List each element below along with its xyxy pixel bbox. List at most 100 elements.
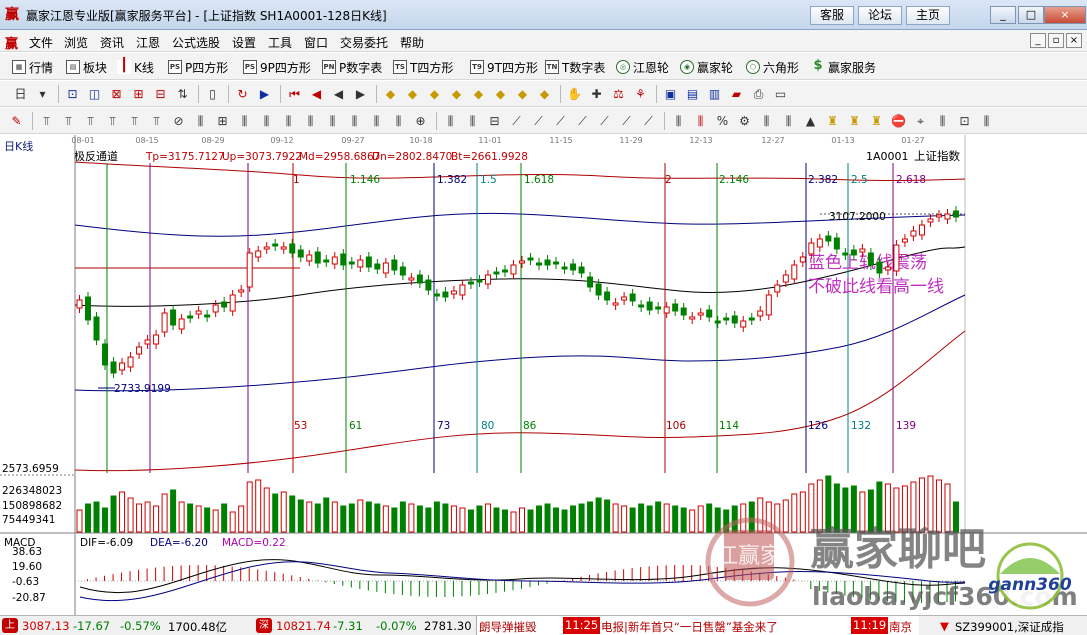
gann-tool-8-icon[interactable]: ◆ [536,86,553,102]
mdi-close-button[interactable]: × [1066,33,1082,48]
trend-line-2-icon[interactable]: ⟋ [530,113,547,129]
box-select-icon[interactable]: ⊡ [956,113,973,129]
bars-8-icon[interactable]: ⫼ [390,113,407,129]
grid-toggle-icon[interactable]: ⊞ [130,86,147,102]
trend-line-1-icon[interactable]: ⟋ [508,113,525,129]
gann-tool-5-icon[interactable]: ◆ [470,86,487,102]
gann-tool-1-icon[interactable]: ◆ [382,86,399,102]
toolbar-button-grid[interactable]: ▦ 行情 [12,58,53,76]
toolbar-button-sector[interactable]: ▤ 板块 [66,58,107,76]
more-icon[interactable]: ⫼ [978,113,995,129]
menu-window[interactable]: 窗口 [304,34,328,51]
period-select-icon[interactable]: 日 [12,86,29,102]
close-button[interactable]: × [1044,6,1086,24]
toolbar-button-pn[interactable]: PN P数字表 [322,58,382,76]
pan-icon[interactable]: ✋ [566,86,583,102]
toolbar-button-winner-wheel[interactable]: ◉ 赢家轮 [680,58,733,76]
fib-2-icon[interactable]: ⫼ [692,113,709,129]
print-icon[interactable]: ⎙ [750,86,767,102]
menu-help[interactable]: 帮助 [400,34,424,51]
crosshair-icon[interactable]: ✚ [588,86,605,102]
time-lines-icon[interactable]: ⫼ [192,113,209,129]
v-lines-1-icon[interactable]: ⫼ [442,113,459,129]
refresh-icon[interactable]: ↻ [234,86,251,102]
gann-fan-5-icon[interactable]: ⫪ [126,113,143,129]
no-entry-icon[interactable]: ⛔ [890,113,907,129]
v-lines-2-icon[interactable]: ⫼ [464,113,481,129]
gann-fan-4-icon[interactable]: ⫪ [104,113,121,129]
rights-icon[interactable]: ⇅ [174,86,191,102]
report-icon[interactable]: ▥ [706,86,723,102]
toolbar-button-ps[interactable]: PS 9P四方形 [243,58,311,76]
box-tool-icon[interactable]: ⊟ [486,113,503,129]
target-icon[interactable]: ⊕ [412,113,429,129]
gann-fan-1-icon[interactable]: ⫪ [38,113,55,129]
gann-tool-7-icon[interactable]: ◆ [514,86,531,102]
calculator-icon[interactable]: ▣ [662,86,679,102]
minimize-button[interactable]: _ [990,6,1016,24]
table-icon[interactable]: ▤ [684,86,701,102]
toolbar-button-ts[interactable]: TS T四方形 [393,58,453,76]
trend-line-4-icon[interactable]: ⟋ [574,113,591,129]
gann-fan-6-icon[interactable]: ⫪ [148,113,165,129]
mdi-restore-button[interactable]: ▫ [1048,33,1064,48]
menu-file[interactable]: 文件 [29,34,53,51]
maximize-button[interactable]: □ [1018,6,1044,24]
toolbar-button-t9[interactable]: T9 9T四方形 [470,58,538,76]
bars-6-icon[interactable]: ⫼ [346,113,363,129]
customer-service-link[interactable]: 客服 [810,6,854,25]
bars-1-icon[interactable]: ⫼ [236,113,253,129]
menu-news[interactable]: 资讯 [100,34,124,51]
fib-4-icon[interactable]: ⫼ [780,113,797,129]
rook-icon[interactable]: ♜ [824,113,841,129]
dash-lines-icon[interactable]: ⫼ [934,113,951,129]
toolbar-button-gann-wheel[interactable]: ◎ 江恩轮 [616,58,669,76]
fib-1-icon[interactable]: ⫼ [670,113,687,129]
percent-icon[interactable]: % [714,113,731,129]
gann-tool-6-icon[interactable]: ◆ [492,86,509,102]
menu-settings[interactable]: 设置 [232,34,256,51]
gear-icon[interactable]: ⚙ [736,113,753,129]
bars-5-icon[interactable]: ⫼ [324,113,341,129]
cycle-circle-icon[interactable]: ⊘ [170,113,187,129]
rook-3-icon[interactable]: ♜ [868,113,885,129]
screen-icon[interactable]: ▭ [772,86,789,102]
bars-7-icon[interactable]: ⫼ [368,113,385,129]
bars-4-icon[interactable]: ⫼ [302,113,319,129]
news-item[interactable]: 南京 [889,619,912,635]
news-item[interactable]: 电报|新年首只“一日售罄”基金来了 [601,619,778,635]
kline-style-icon[interactable]: ⊠ [108,86,125,102]
menu-trade[interactable]: 交易委托 [340,34,388,51]
kline-chart[interactable]: 08-01 08-15 08-29 09-12 09-27 10-18 11-01 11-15… [0,135,1087,615]
toolbar-button-candlestick[interactable]: ┃ K线 [117,58,154,76]
bar-style-icon[interactable]: ▯ [204,86,221,102]
menu-browse[interactable]: 浏览 [64,34,88,51]
scroll-right-icon[interactable]: ▶ [352,86,369,102]
bars-3-icon[interactable]: ⫼ [280,113,297,129]
dropdown-icon[interactable]: ▾ [34,86,51,102]
trend-line-7-icon[interactable]: ⟋ [640,113,657,129]
toolbar-button-tn[interactable]: TN T数字表 [545,58,605,76]
ticker-right-text[interactable]: SZ399001,深证成指 [955,619,1064,635]
trend-line-6-icon[interactable]: ⟋ [618,113,635,129]
rook-2-icon[interactable]: ♜ [846,113,863,129]
toolbar-button-dollar[interactable]: $ 赢家服务 [811,58,876,76]
box-grid-icon[interactable]: ⊞ [214,113,231,129]
gann-fan-3-icon[interactable]: ⫪ [82,113,99,129]
trend-line-5-icon[interactable]: ⟋ [596,113,613,129]
zoom-fit-icon[interactable]: ⊡ [64,86,81,102]
forum-link[interactable]: 论坛 [858,6,902,25]
gann-tool-3-icon[interactable]: ◆ [426,86,443,102]
chart-type-icon[interactable]: ◫ [86,86,103,102]
scroll-left-icon[interactable]: ◀ [330,86,347,102]
menu-tools[interactable]: 工具 [268,34,292,51]
menu-gann[interactable]: 江恩 [136,34,160,51]
homepage-link[interactable]: 主页 [906,6,950,25]
draw-flag-icon[interactable]: ▶ [256,86,273,102]
toolbar-button-hexagon[interactable]: ⬡ 六角形 [746,58,799,76]
pencil-draw-icon[interactable]: ✎ [8,113,25,129]
gann-tool-2-icon[interactable]: ◆ [404,86,421,102]
toolbar-button-ps[interactable]: PS P四方形 [168,58,228,76]
aim-icon[interactable]: ⌖ [912,113,929,129]
save-icon[interactable]: ▰ [728,86,745,102]
